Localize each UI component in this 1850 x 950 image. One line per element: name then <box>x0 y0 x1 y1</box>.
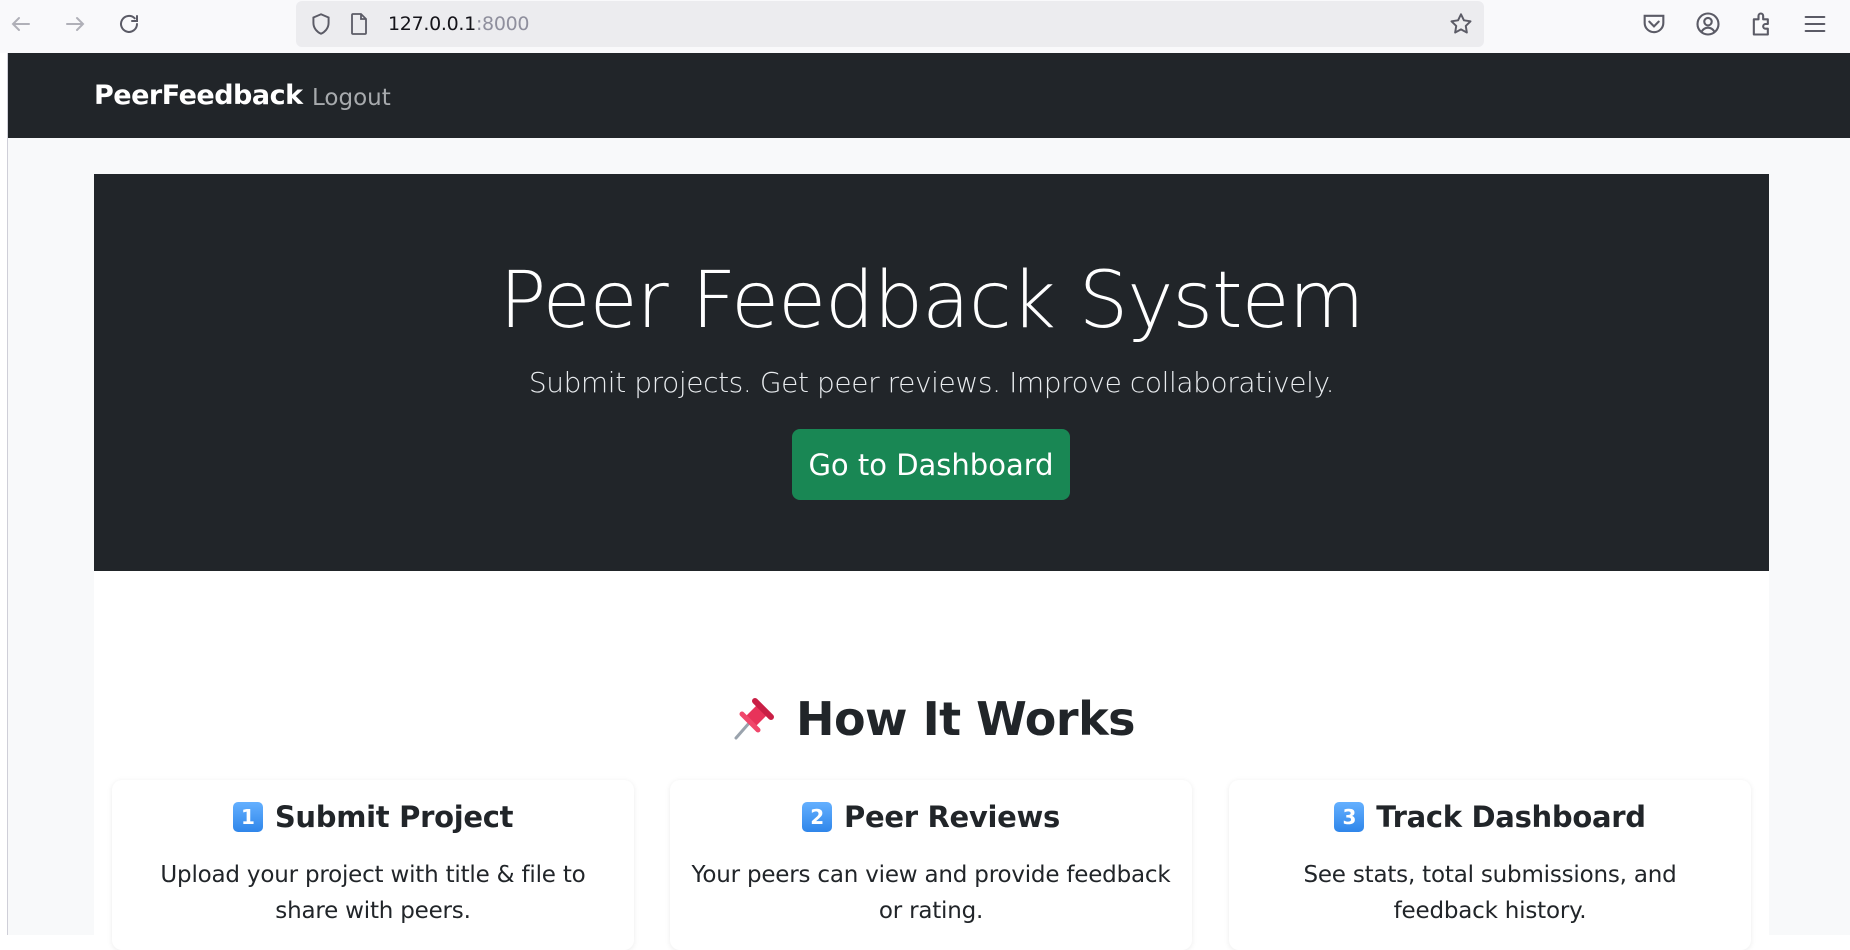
site-navbar: PeerFeedback Logout <box>8 53 1850 138</box>
main-container: Peer Feedback System Submit projects. Ge… <box>94 174 1769 950</box>
feature-title: Submit Project <box>274 800 514 834</box>
feature-card-submit: 1 Submit Project Upload your project wit… <box>112 780 634 950</box>
hero-section: Peer Feedback System Submit projects. Ge… <box>94 174 1769 571</box>
pushpin-icon <box>734 698 774 740</box>
brand-logo[interactable]: PeerFeedback <box>94 80 303 111</box>
feature-description: See stats, total submissions, and feedba… <box>1303 862 1677 924</box>
feature-title-row: 2 Peer Reviews <box>670 800 1192 834</box>
menu-icon[interactable] <box>1801 10 1829 38</box>
feature-title-row: 1 Submit Project <box>112 800 634 834</box>
back-button[interactable] <box>5 8 37 40</box>
address-bar[interactable]: 127.0.0.1:8000 <box>296 1 1484 47</box>
star-icon[interactable] <box>1448 11 1474 37</box>
forward-button[interactable] <box>59 8 91 40</box>
browser-toolbar: 127.0.0.1:8000 <box>0 0 1850 53</box>
pocket-icon[interactable] <box>1640 10 1668 38</box>
hero-subtitle: Submit projects. Get peer reviews. Impro… <box>528 366 1335 399</box>
feature-card-dashboard: 3 Track Dashboard See stats, total submi… <box>1229 780 1751 950</box>
go-to-dashboard-button[interactable]: Go to Dashboard <box>792 429 1070 500</box>
page-icon <box>351 13 367 35</box>
logout-link[interactable]: Logout <box>312 85 391 111</box>
url-host: 127.0.0.1 <box>388 13 476 35</box>
feature-description: Upload your project with title & file to… <box>160 862 586 924</box>
how-it-works-title: How It Works <box>795 692 1136 746</box>
reload-button[interactable] <box>113 8 145 40</box>
feature-title: Peer Reviews <box>844 800 1060 834</box>
extensions-icon[interactable] <box>1748 10 1776 38</box>
page-viewport: PeerFeedback Logout Peer Feedback System… <box>7 53 1850 950</box>
url-text[interactable]: 127.0.0.1:8000 <box>388 13 530 35</box>
hero-title: Peer Feedback System <box>499 256 1364 346</box>
shield-icon[interactable] <box>308 11 334 37</box>
feature-title: Track Dashboard <box>1376 800 1646 834</box>
keycap-three-icon: 3 <box>1334 802 1365 832</box>
url-port: :8000 <box>475 13 530 35</box>
feature-title-row: 3 Track Dashboard <box>1229 800 1751 834</box>
keycap-one-icon: 1 <box>232 802 263 832</box>
account-icon[interactable] <box>1694 10 1722 38</box>
keycap-two-icon: 2 <box>802 802 833 832</box>
feature-description: Your peers can view and provide feedback… <box>691 862 1171 924</box>
feature-card-reviews: 2 Peer Reviews Your peers can view and p… <box>670 780 1192 950</box>
how-it-works-heading: How It Works <box>94 692 1769 746</box>
